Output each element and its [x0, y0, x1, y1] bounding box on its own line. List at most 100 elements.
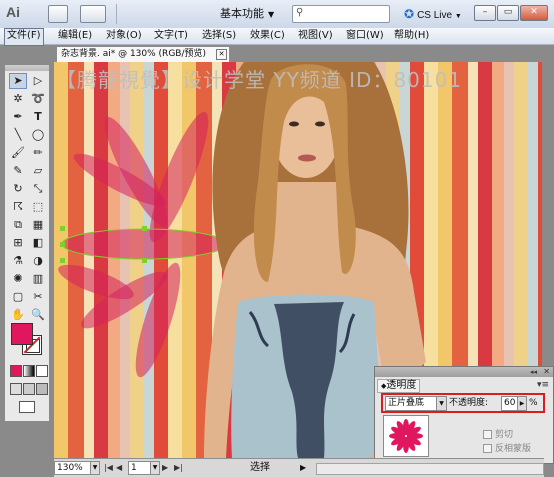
menu-type[interactable]: 文字(T)	[152, 28, 190, 44]
selection-handle	[60, 258, 65, 263]
restore-button[interactable]: ▭	[497, 5, 519, 21]
lasso-tool-icon[interactable]: ➰	[29, 91, 47, 107]
workspace-switcher[interactable]: 基本功能 ▼	[220, 6, 274, 22]
flower-thumbnail-icon	[389, 419, 423, 453]
artboard-tool-icon[interactable]: ▢	[9, 289, 27, 305]
close-tab-icon[interactable]: ✕	[216, 49, 227, 60]
last-artboard-icon[interactable]: ▶|	[174, 462, 183, 474]
panel-menu-icon[interactable]: ▾≡	[537, 380, 549, 390]
graph-tool-icon[interactable]: ▥	[29, 271, 47, 287]
blend-mode-value: 正片叠底	[388, 398, 425, 408]
clip-checkbox[interactable]: 剪切	[483, 429, 543, 441]
blend-tool-icon[interactable]: ◑	[29, 253, 47, 269]
color-mode-icon[interactable]	[10, 365, 22, 377]
selection-handle	[60, 226, 65, 231]
mesh-tool-icon[interactable]: ⊞	[9, 235, 27, 251]
line-tool-icon[interactable]: ╲	[9, 127, 27, 143]
screen-mode-icon[interactable]	[19, 401, 35, 413]
blend-opacity-highlight: 正片叠底 ▼ 不透明度: 60 ▶ %	[381, 393, 545, 413]
status-bar: 130% ▼ |◀ ◀ 1 ▼ ▶ ▶| 选择 ▶	[54, 458, 544, 477]
type-tool-icon[interactable]: T	[29, 109, 47, 125]
draw-inside-icon[interactable]	[36, 383, 48, 395]
tools-panel: ➤ ▷ ✲ ➰ ✒ T ╲ ◯ 🖌 ✏ ✎ ▱ ↻ ⤡ ☈ ⬚ ⧉ ▦ ⊞ ◧ …	[4, 64, 50, 422]
fill-color-swatch[interactable]	[11, 323, 33, 345]
status-arrow-icon[interactable]: ▶	[300, 461, 306, 474]
magic-wand-tool-icon[interactable]: ✲	[9, 91, 27, 107]
arrange-documents-icon[interactable]	[80, 5, 106, 23]
invert-mask-label: 反相蒙版	[495, 444, 532, 454]
zoom-select[interactable]: 130% ▼	[54, 461, 100, 475]
invert-mask-checkbox[interactable]: 反相蒙版	[483, 443, 543, 455]
panel-title: 透明度	[386, 380, 417, 391]
rotate-tool-icon[interactable]: ↻	[9, 181, 27, 197]
cs-live-button[interactable]: ✪ CS Live ▼	[404, 6, 462, 22]
menu-select[interactable]: 选择(S)	[200, 28, 238, 44]
watermark-text: 【腾龍視覺】设计学堂 YY频道 ID：80101	[56, 68, 463, 92]
warp-tool-icon[interactable]: ☈	[9, 199, 27, 215]
search-input[interactable]: ⚲	[292, 5, 390, 23]
artboard-select[interactable]: 1 ▼	[128, 461, 160, 475]
opacity-stepper-icon[interactable]: ▶	[517, 396, 527, 411]
menu-file[interactable]: 文件(F)	[4, 28, 44, 46]
menu-effect[interactable]: 效果(C)	[248, 28, 287, 44]
document-tab[interactable]: 杂志背景. ai* @ 130% (RGB/预览) ✕	[56, 46, 230, 62]
none-mode-icon[interactable]	[36, 365, 48, 377]
first-artboard-icon[interactable]: |◀	[104, 462, 113, 474]
menu-object[interactable]: 对象(O)	[104, 28, 144, 44]
title-bar: Ai 基本功能 ▼ ⚲ ✪ CS Live ▼ – ▭ ✕	[0, 0, 554, 29]
hand-tool-icon[interactable]: ✋	[9, 307, 27, 323]
ellipse-tool-icon[interactable]: ◯	[29, 127, 47, 143]
search-icon: ⚲	[296, 7, 304, 18]
paintbrush-tool-icon[interactable]: 🖌	[9, 145, 27, 161]
previous-artboard-icon[interactable]: ◀	[116, 462, 122, 474]
free-transform-tool-icon[interactable]: ⬚	[29, 199, 47, 215]
chevron-down-icon: ▼	[150, 462, 159, 474]
panel-titlebar[interactable]: ◂◂ ✕	[375, 367, 553, 377]
menu-edit[interactable]: 编辑(E)	[56, 28, 94, 44]
close-panel-icon[interactable]: ✕	[543, 367, 550, 377]
selection-handle	[142, 226, 147, 231]
next-artboard-icon[interactable]: ▶	[162, 462, 168, 474]
panel-grip[interactable]	[5, 65, 49, 71]
direct-selection-tool-icon[interactable]: ▷	[29, 73, 47, 89]
gradient-tool-icon[interactable]: ◧	[29, 235, 47, 251]
separator	[116, 4, 117, 24]
tab-transparency[interactable]: ◆透明度	[377, 379, 421, 393]
eyedropper-tool-icon[interactable]: ⚗	[9, 253, 27, 269]
petal	[58, 264, 134, 300]
symbol-sprayer-tool-icon[interactable]: ✺	[9, 271, 27, 287]
collapse-panel-icon[interactable]: ◂◂	[530, 367, 537, 377]
pen-tool-icon[interactable]: ✒	[9, 109, 27, 125]
cs-live-label: CS Live	[417, 10, 453, 21]
blend-mode-select[interactable]: 正片叠底 ▼	[385, 396, 447, 411]
horizontal-scrollbar[interactable]	[316, 463, 544, 475]
pencil-tool-icon[interactable]: ✏	[29, 145, 47, 161]
percent-sign: %	[529, 398, 538, 408]
slice-tool-icon[interactable]: ✂	[29, 289, 47, 305]
chevron-down-icon: ▼	[268, 10, 275, 19]
shape-builder-tool-icon[interactable]: ⧉	[9, 217, 27, 233]
menu-view[interactable]: 视图(V)	[296, 28, 335, 44]
page-value: 1	[131, 463, 137, 473]
bridge-icon[interactable]	[48, 5, 68, 23]
close-button[interactable]: ✕	[520, 5, 548, 21]
zoom-value: 130%	[57, 463, 83, 473]
menu-help[interactable]: 帮助(H)	[392, 28, 431, 44]
checkbox-icon	[483, 444, 492, 453]
chevron-down-icon: ▼	[90, 462, 99, 474]
menu-window[interactable]: 窗口(W)	[344, 28, 386, 44]
opacity-label: 不透明度:	[449, 398, 489, 408]
draw-behind-icon[interactable]	[23, 383, 35, 395]
blob-brush-tool-icon[interactable]: ✎	[9, 163, 27, 179]
object-thumbnail[interactable]	[383, 415, 429, 457]
eraser-tool-icon[interactable]: ▱	[29, 163, 47, 179]
scale-tool-icon[interactable]: ⤡	[29, 181, 47, 197]
selection-handle	[60, 242, 65, 247]
selection-tool-icon[interactable]: ➤	[9, 73, 27, 89]
gradient-mode-icon[interactable]	[23, 365, 35, 377]
minimize-button[interactable]: –	[474, 5, 496, 21]
perspective-grid-tool-icon[interactable]: ▦	[29, 217, 47, 233]
draw-normal-icon[interactable]	[10, 383, 22, 395]
zoom-tool-icon[interactable]: 🔍	[29, 307, 47, 323]
cs-live-icon: ✪	[404, 7, 415, 21]
